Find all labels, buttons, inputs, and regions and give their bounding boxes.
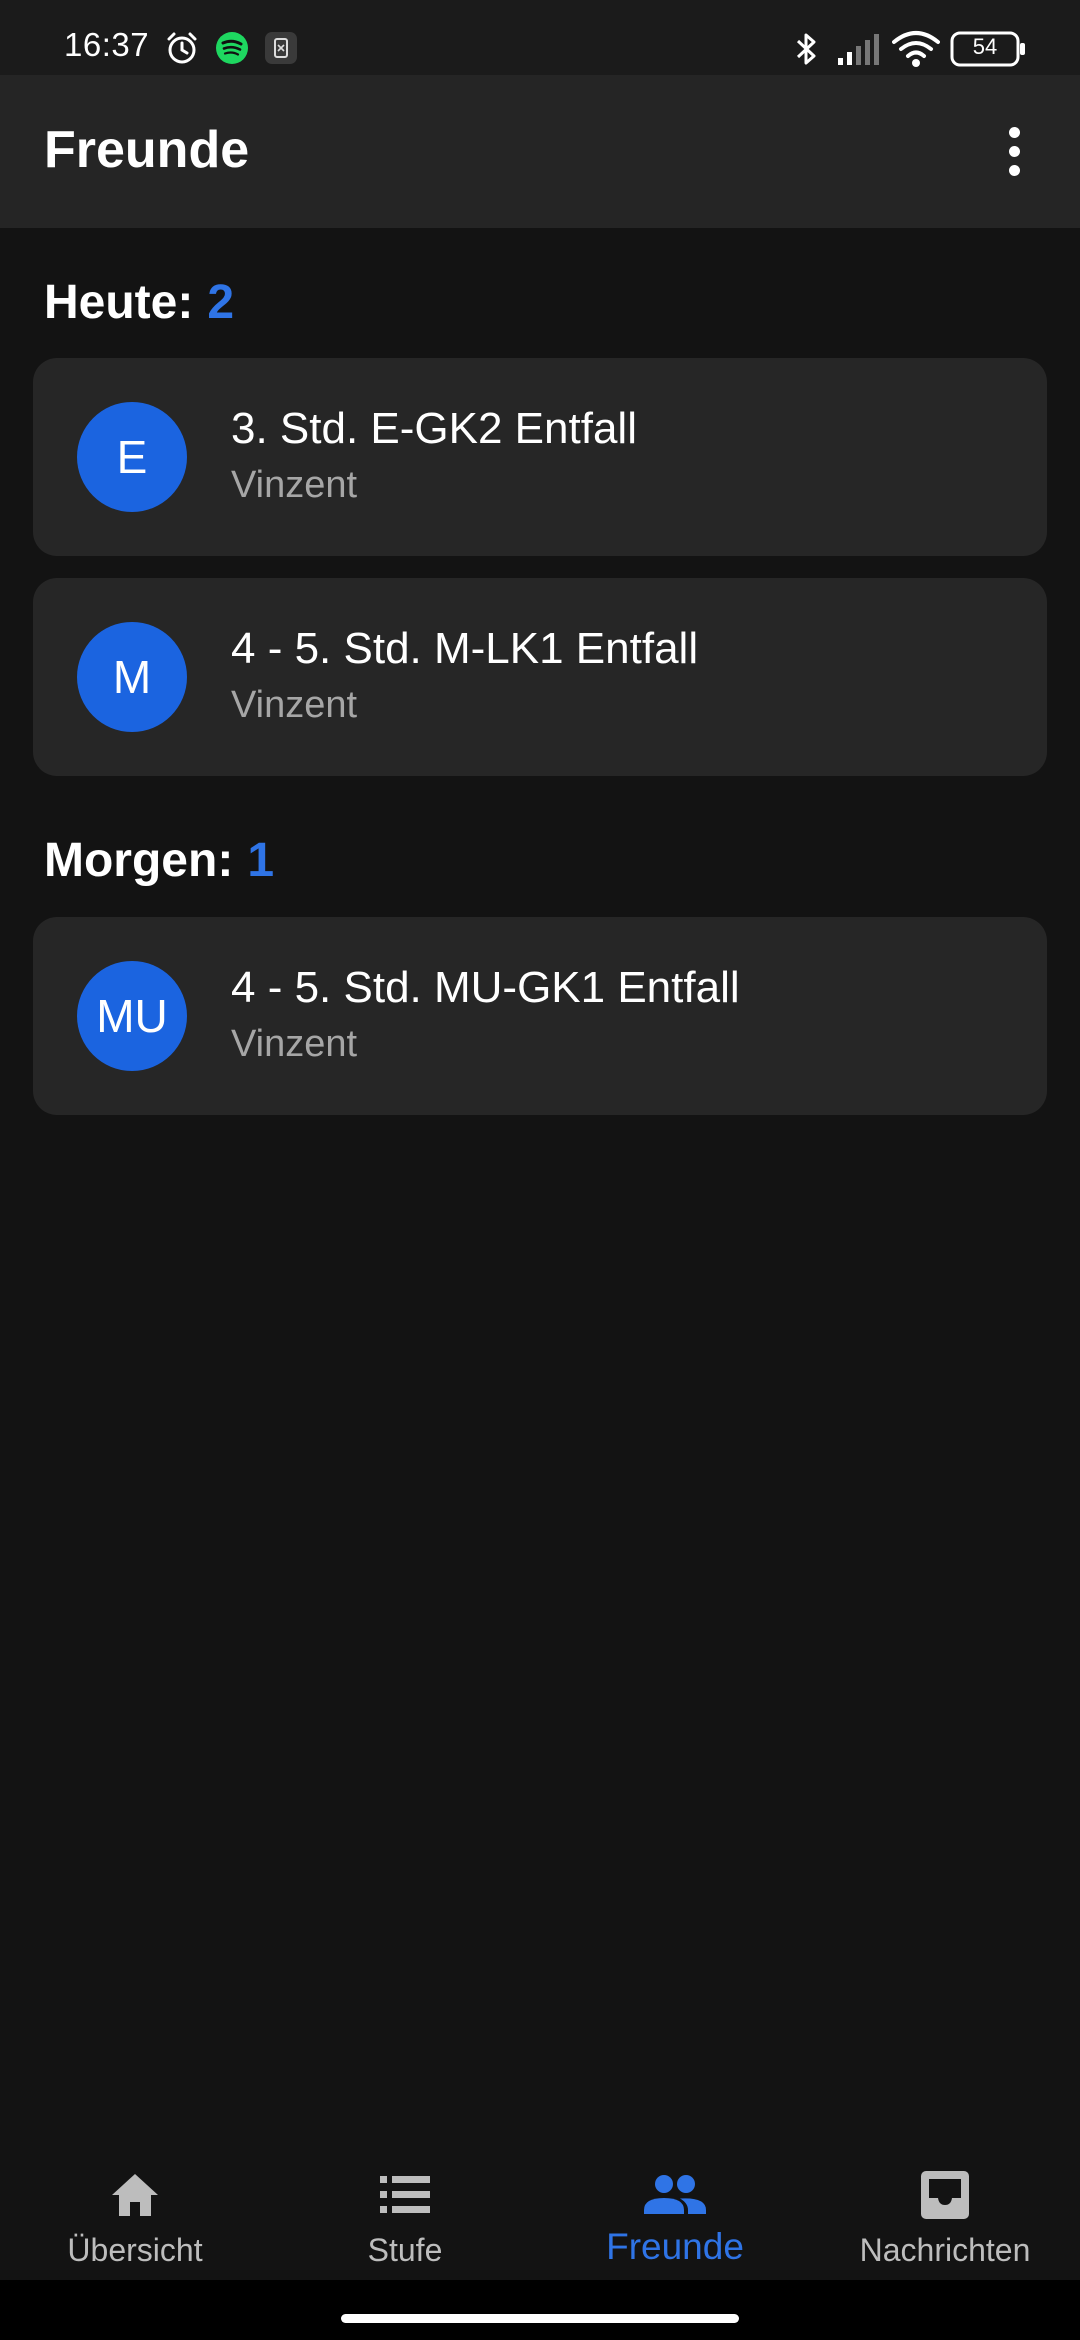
avatar: MU — [77, 961, 187, 1071]
inbox-icon — [918, 2168, 972, 2222]
page-title: Freunde — [44, 121, 250, 179]
alarm-icon — [164, 30, 200, 71]
section-label: Morgen: — [44, 834, 234, 887]
section-header-today: Heute: 2 — [44, 275, 234, 330]
item-title: 3. Std. E-GK2 Entfall — [231, 404, 637, 453]
list-item[interactable]: MU 4 - 5. Std. MU-GK1 Entfall Vinzent — [33, 917, 1047, 1115]
bluetooth-icon — [792, 30, 822, 73]
list-icon — [378, 2168, 432, 2222]
wifi-icon — [892, 30, 940, 73]
status-bar: 16:37 54 — [0, 0, 1080, 75]
list-item[interactable]: M 4 - 5. Std. M-LK1 Entfall Vinzent — [33, 578, 1047, 776]
avatar: E — [77, 402, 187, 512]
more-vert-icon — [1008, 126, 1020, 176]
item-subtitle: Vinzent — [231, 464, 358, 506]
item-title: 4 - 5. Std. MU-GK1 Entfall — [231, 963, 740, 1012]
battery-icon: 54 — [950, 31, 1026, 72]
nav-item-nachrichten[interactable]: Nachrichten — [810, 2140, 1080, 2280]
more-options-button[interactable] — [990, 115, 1038, 187]
app-bar: Freunde — [0, 75, 1080, 228]
bottom-navigation: Übersicht Stufe Freunde Nachrichten — [0, 2140, 1080, 2280]
avatar: M — [77, 622, 187, 732]
app-notification-icon — [264, 31, 298, 70]
section-count: 2 — [207, 276, 235, 329]
nav-label: Nachrichten — [859, 2232, 1031, 2268]
nav-label: Übersicht — [67, 2232, 203, 2268]
battery-level: 54 — [972, 34, 998, 59]
section-label: Heute: — [44, 276, 194, 329]
section-count: 1 — [247, 834, 275, 887]
item-subtitle: Vinzent — [231, 1023, 358, 1065]
nav-label: Stufe — [367, 2232, 443, 2268]
home-gesture-handle[interactable] — [341, 2314, 739, 2323]
cellular-signal-icon — [836, 32, 880, 71]
section-header-tomorrow: Morgen: 1 — [44, 833, 274, 888]
people-icon — [640, 2168, 710, 2222]
nav-label: Freunde — [606, 2226, 744, 2267]
nav-item-stufe[interactable]: Stufe — [270, 2140, 540, 2280]
nav-item-uebersicht[interactable]: Übersicht — [0, 2140, 270, 2280]
list-item[interactable]: E 3. Std. E-GK2 Entfall Vinzent — [33, 358, 1047, 556]
status-time: 16:37 — [64, 26, 150, 63]
nav-item-freunde[interactable]: Freunde — [540, 2140, 810, 2280]
gesture-navigation-area — [0, 2280, 1080, 2340]
item-title: 4 - 5. Std. M-LK1 Entfall — [231, 624, 699, 673]
item-subtitle: Vinzent — [231, 684, 358, 726]
home-icon — [108, 2168, 162, 2222]
spotify-icon — [215, 31, 249, 70]
screen: 16:37 54 Freunde Heute: 2 E 3. Std. E-GK… — [0, 0, 1080, 2340]
